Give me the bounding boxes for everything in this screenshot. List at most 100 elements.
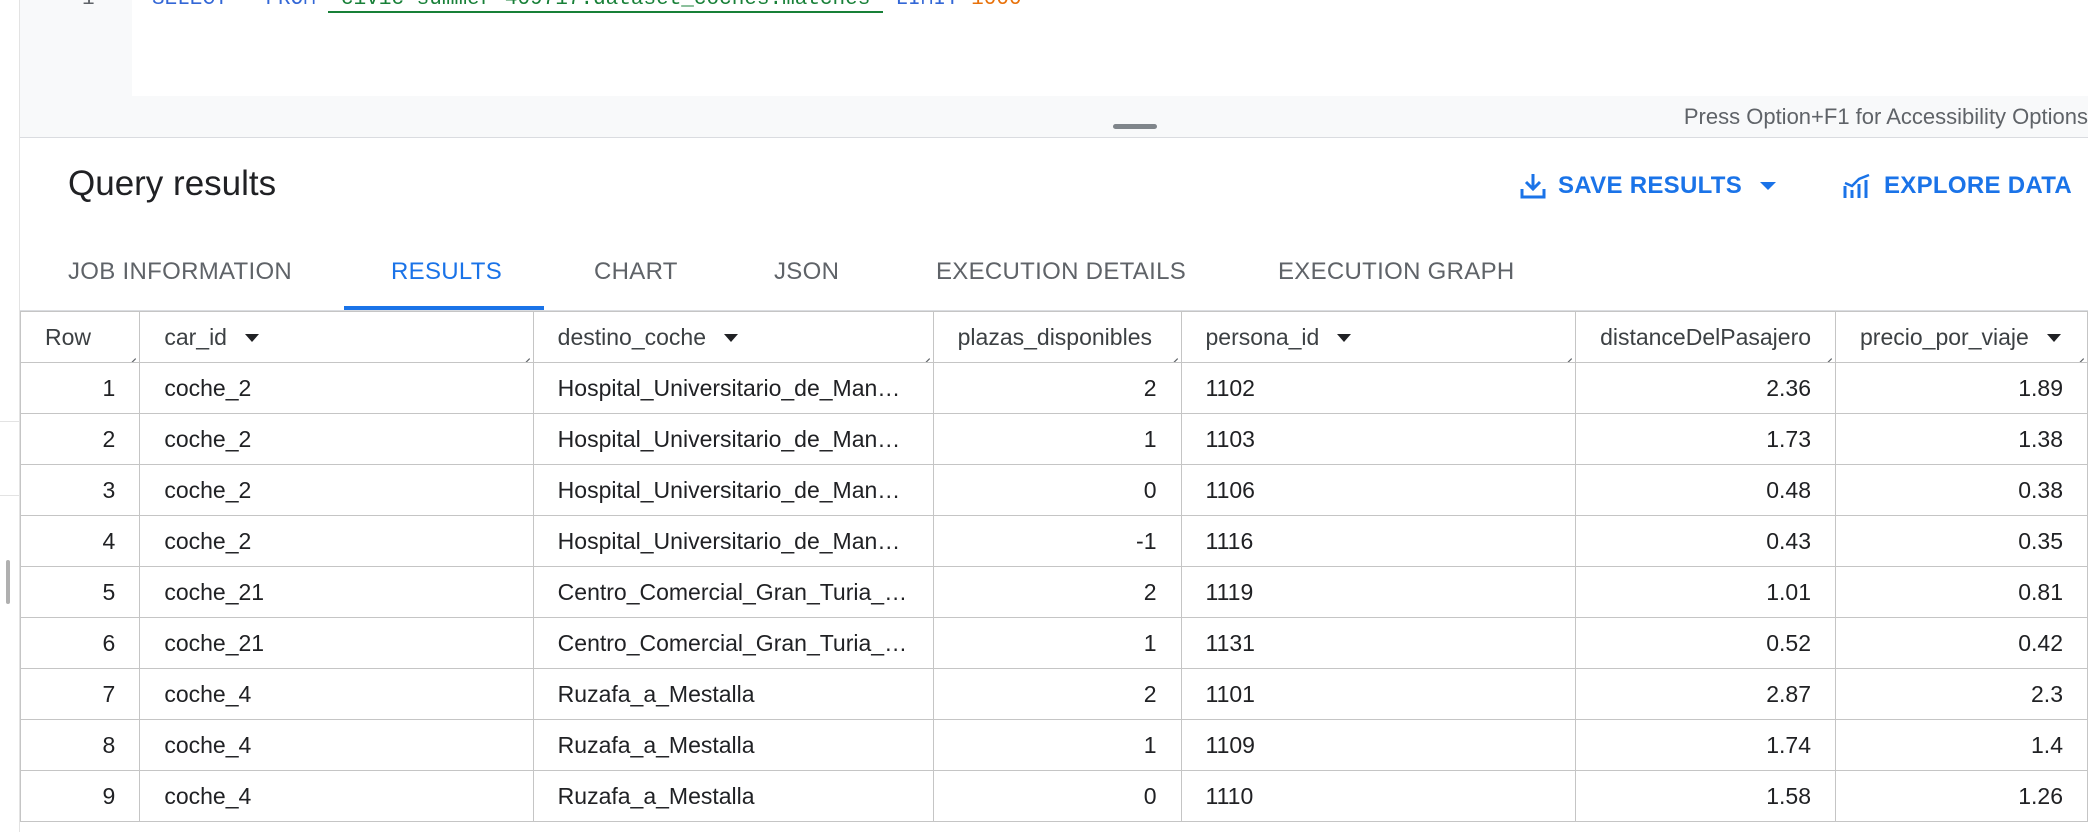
- plazas-disponibles-cell[interactable]: 2: [932, 566, 1182, 618]
- precio-cell[interactable]: 0.35: [1835, 515, 2088, 567]
- distance-cell[interactable]: 1.74: [1575, 719, 1837, 771]
- car-id-cell[interactable]: coche_21: [139, 617, 534, 669]
- tab-results[interactable]: RESULTS: [391, 234, 502, 310]
- distance-cell[interactable]: 2.87: [1575, 668, 1837, 720]
- row-number-cell[interactable]: 7: [20, 668, 141, 720]
- column-resize-icon[interactable]: [1168, 349, 1178, 359]
- destino-coche-cell[interactable]: Hospital_Universitario_de_Man…: [532, 413, 934, 465]
- plazas-disponibles-cell[interactable]: 1: [932, 719, 1182, 771]
- sort-down-icon[interactable]: [724, 334, 739, 343]
- table-row[interactable]: 2 coche_2 Hospital_Universitario_de_Man… 1 1…: [20, 413, 2088, 465]
- distance-cell[interactable]: 0.48: [1575, 464, 1837, 516]
- plazas-disponibles-cell[interactable]: 1: [932, 413, 1182, 465]
- car-id-cell[interactable]: coche_2: [139, 464, 534, 516]
- row-number-cell[interactable]: 6: [20, 617, 141, 669]
- row-number-cell[interactable]: 9: [20, 770, 141, 822]
- persona-id-cell[interactable]: 1102: [1180, 362, 1577, 414]
- destino-coche-cell[interactable]: Ruzafa_a_Mestalla: [532, 770, 934, 822]
- column-resize-icon[interactable]: [1822, 349, 1832, 359]
- persona-id-cell[interactable]: 1109: [1180, 719, 1577, 771]
- column-header-destino-coche[interactable]: destino_coche: [532, 311, 934, 363]
- table-row[interactable]: 7 coche_4 Ruzafa_a_Mestalla 2 1101 2.87 2.3: [20, 668, 2088, 720]
- distance-cell[interactable]: 0.52: [1575, 617, 1837, 669]
- destino-coche-cell[interactable]: Hospital_Universitario_de_Man…: [532, 464, 934, 516]
- plazas-disponibles-cell[interactable]: 0: [932, 770, 1182, 822]
- tab-execution-details[interactable]: EXECUTION DETAILS: [936, 234, 1186, 310]
- sql-table-reference[interactable]: `civic-summer-409717.dataset_coches.matc…: [328, 0, 883, 13]
- destino-coche-cell[interactable]: Hospital_Universitario_de_Man…: [532, 362, 934, 414]
- car-id-cell[interactable]: coche_21: [139, 566, 534, 618]
- car-id-cell[interactable]: coche_4: [139, 770, 534, 822]
- table-row[interactable]: 4 coche_2 Hospital_Universitario_de_Man… -1…: [20, 515, 2088, 567]
- distance-cell[interactable]: 1.73: [1575, 413, 1837, 465]
- destino-coche-cell[interactable]: Hospital_Universitario_de_Man…: [532, 515, 934, 567]
- tab-json[interactable]: JSON: [774, 234, 839, 310]
- persona-id-cell[interactable]: 1103: [1180, 413, 1577, 465]
- sort-down-icon[interactable]: [2046, 334, 2061, 343]
- row-number-cell[interactable]: 8: [20, 719, 141, 771]
- persona-id-cell[interactable]: 1119: [1180, 566, 1577, 618]
- destino-coche-cell[interactable]: Centro_Comercial_Gran_Turia_…: [532, 566, 934, 618]
- tab-chart[interactable]: CHART: [594, 234, 678, 310]
- plazas-disponibles-cell[interactable]: 2: [932, 668, 1182, 720]
- explore-data-button[interactable]: EXPLORE DATA: [1842, 172, 2088, 200]
- column-header-distance-del-pasajero[interactable]: distanceDelPasajero: [1575, 311, 1837, 363]
- sort-down-icon[interactable]: [1337, 334, 1352, 343]
- precio-cell[interactable]: 1.26: [1835, 770, 2088, 822]
- tab-job-information[interactable]: JOB INFORMATION: [68, 234, 292, 310]
- editor-code-area[interactable]: [132, 0, 2088, 96]
- car-id-cell[interactable]: coche_2: [139, 362, 534, 414]
- persona-id-cell[interactable]: 1131: [1180, 617, 1577, 669]
- plazas-disponibles-cell[interactable]: 1: [932, 617, 1182, 669]
- destino-coche-cell[interactable]: Ruzafa_a_Mestalla: [532, 668, 934, 720]
- car-id-cell[interactable]: coche_4: [139, 668, 534, 720]
- plazas-disponibles-cell[interactable]: -1: [932, 515, 1182, 567]
- precio-cell[interactable]: 1.4: [1835, 719, 2088, 771]
- persona-id-cell[interactable]: 1116: [1180, 515, 1577, 567]
- column-header-car-id[interactable]: car_id: [139, 311, 534, 363]
- distance-cell[interactable]: 2.36: [1575, 362, 1837, 414]
- save-results-button[interactable]: SAVE RESULTS: [1520, 172, 1777, 200]
- table-row[interactable]: 9 coche_4 Ruzafa_a_Mestalla 0 1110 1.58 1.26: [20, 770, 2088, 822]
- table-row[interactable]: 8 coche_4 Ruzafa_a_Mestalla 1 1109 1.74 1.4: [20, 719, 2088, 771]
- column-header-precio-por-viaje[interactable]: precio_por_viaje: [1835, 311, 2088, 363]
- precio-cell[interactable]: 0.42: [1835, 617, 2088, 669]
- column-resize-icon[interactable]: [126, 349, 136, 359]
- column-resize-icon[interactable]: [1562, 349, 1572, 359]
- destino-coche-cell[interactable]: Ruzafa_a_Mestalla: [532, 719, 934, 771]
- row-number-cell[interactable]: 4: [20, 515, 141, 567]
- precio-cell[interactable]: 2.3: [1835, 668, 2088, 720]
- row-number-cell[interactable]: 5: [20, 566, 141, 618]
- plazas-disponibles-cell[interactable]: 2: [932, 362, 1182, 414]
- plazas-disponibles-cell[interactable]: 0: [932, 464, 1182, 516]
- car-id-cell[interactable]: coche_2: [139, 413, 534, 465]
- precio-cell[interactable]: 1.89: [1835, 362, 2088, 414]
- precio-cell[interactable]: 0.81: [1835, 566, 2088, 618]
- column-resize-icon[interactable]: [920, 349, 930, 359]
- column-resize-icon[interactable]: [2074, 349, 2084, 359]
- distance-cell[interactable]: 1.58: [1575, 770, 1837, 822]
- table-row[interactable]: 1 coche_2 Hospital_Universitario_de_Man… 2 1…: [20, 362, 2088, 414]
- distance-cell[interactable]: 0.43: [1575, 515, 1837, 567]
- sql-code-line[interactable]: SELECT * FROM `civic-summer-409717.datas…: [152, 0, 1022, 13]
- precio-cell[interactable]: 1.38: [1835, 413, 2088, 465]
- row-number-cell[interactable]: 3: [20, 464, 141, 516]
- distance-cell[interactable]: 1.01: [1575, 566, 1837, 618]
- column-header-plazas-disponibles[interactable]: plazas_disponibles: [932, 311, 1182, 363]
- car-id-cell[interactable]: coche_2: [139, 515, 534, 567]
- column-resize-icon[interactable]: [520, 349, 530, 359]
- table-row[interactable]: 5 coche_21 Centro_Comercial_Gran_Turia_… 2 1…: [20, 566, 2088, 618]
- persona-id-cell[interactable]: 1110: [1180, 770, 1577, 822]
- editor-resize-handle[interactable]: [1113, 124, 1157, 129]
- column-header-persona-id[interactable]: persona_id: [1180, 311, 1577, 363]
- destino-coche-cell[interactable]: Centro_Comercial_Gran_Turia_…: [532, 617, 934, 669]
- precio-cell[interactable]: 0.38: [1835, 464, 2088, 516]
- table-row[interactable]: 6 coche_21 Centro_Comercial_Gran_Turia_… 1 1…: [20, 617, 2088, 669]
- tab-execution-graph[interactable]: EXECUTION GRAPH: [1278, 234, 1515, 310]
- table-row[interactable]: 3 coche_2 Hospital_Universitario_de_Man… 0 1…: [20, 464, 2088, 516]
- panel-resize-grip[interactable]: [6, 560, 10, 604]
- row-number-cell[interactable]: 2: [20, 413, 141, 465]
- persona-id-cell[interactable]: 1106: [1180, 464, 1577, 516]
- car-id-cell[interactable]: coche_4: [139, 719, 534, 771]
- persona-id-cell[interactable]: 1101: [1180, 668, 1577, 720]
